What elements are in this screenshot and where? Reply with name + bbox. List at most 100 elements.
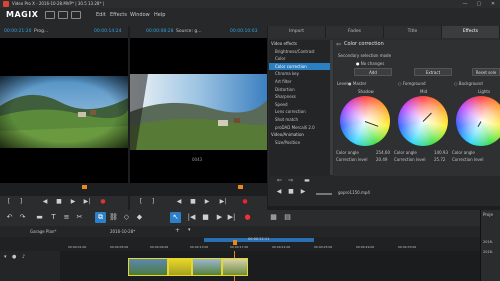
save-icon[interactable] — [58, 11, 68, 19]
mid-color-wheel[interactable] — [398, 96, 448, 146]
redo-tool-icon[interactable]: ↷ — [17, 212, 28, 223]
track-header[interactable]: ▾ ● ♪ — [0, 251, 60, 281]
category-chroma-key[interactable]: Chroma key — [269, 70, 333, 78]
project-item[interactable]: 2016- — [483, 240, 493, 244]
master-option[interactable]: ● Master — [348, 81, 366, 86]
link-tool-icon[interactable]: ⛓ — [108, 212, 119, 223]
category-speed[interactable]: Speed — [269, 101, 333, 109]
next-frame-icon[interactable]: ▶| — [82, 196, 92, 208]
timeline-clip[interactable] — [192, 258, 222, 276]
minimize-button[interactable]: — — [458, 0, 472, 8]
track-toggle-icon[interactable]: ▾ — [4, 254, 7, 260]
delete-tool-icon[interactable]: ▬ — [34, 212, 45, 223]
mode-tool-icon[interactable]: ⧉ — [95, 212, 106, 223]
foreground-option[interactable]: ○ Foreground — [398, 81, 426, 86]
shadow-color-wheel[interactable] — [340, 96, 390, 146]
stop-small-icon[interactable]: ■ — [286, 186, 296, 198]
extract-button[interactable]: Extract — [414, 68, 452, 76]
undo-tool-icon[interactable]: ↶ — [4, 212, 15, 223]
program-monitor[interactable] — [0, 38, 128, 189]
back-icon[interactable]: ⇦ — [336, 41, 341, 48]
source-next-icon[interactable]: ▶| — [218, 196, 228, 208]
timeline-clip[interactable] — [168, 258, 192, 276]
category-video-animation[interactable]: Video/Animation — [269, 131, 333, 139]
play-tool-icon[interactable]: ▶ — [214, 212, 225, 223]
source-timecode-right[interactable]: 00:00:10:03 — [230, 26, 257, 38]
source-playhead-marker[interactable] — [238, 185, 243, 189]
tab-effects[interactable]: Effects — [442, 26, 500, 38]
lights-color-wheel[interactable] — [456, 96, 500, 146]
timeline-clip[interactable] — [128, 258, 168, 276]
next-marker-icon[interactable]: ▶| — [226, 212, 237, 223]
track-mute-icon[interactable]: ♪ — [22, 254, 25, 260]
source-play-icon[interactable]: ▶ — [202, 196, 212, 208]
tab-import[interactable]: Import — [268, 26, 326, 38]
category-distortion[interactable]: Distortion — [269, 86, 333, 94]
group-tool-icon[interactable]: ◇ — [121, 212, 132, 223]
maximize-button[interactable]: ▢ — [472, 0, 486, 8]
stop-tool-icon[interactable]: ■ — [200, 212, 211, 223]
cut-tool-icon[interactable]: ✂ — [74, 212, 85, 223]
source-monitor[interactable]: 0043 — [130, 38, 267, 189]
tab-garage-plan[interactable]: Garage Plan* — [30, 229, 56, 234]
source-stop-icon[interactable]: ■ — [188, 196, 198, 208]
source-timecode-left[interactable]: 00:00:08:28 — [146, 26, 173, 38]
category-size-position[interactable]: Size/Position — [269, 139, 333, 147]
program-timecode-left[interactable]: 00:00:21:20 — [4, 26, 31, 38]
menu-effects[interactable]: Effects — [110, 11, 127, 19]
add-tab-icon[interactable]: + — [175, 227, 180, 234]
in-point-icon[interactable]: [ — [4, 196, 14, 208]
timeline-playhead[interactable] — [233, 240, 237, 245]
program-timecode-right[interactable]: 00:00:14:24 — [94, 26, 121, 38]
storyboard-view-icon[interactable]: ▦ — [268, 212, 279, 223]
background-option[interactable]: ○ Background — [454, 81, 483, 86]
prev-frame-icon[interactable]: ◀ — [40, 196, 50, 208]
category-scrollbar[interactable] — [330, 40, 333, 175]
timeline-clip[interactable] — [222, 258, 248, 276]
timeline-ruler[interactable]: 00:00:22:11 00:00:01:00 00:00:05:00 00:0… — [0, 237, 480, 251]
category-color-correction[interactable]: Color correction — [269, 62, 333, 71]
folder-icon[interactable] — [45, 11, 55, 19]
source-out-point-icon[interactable]: ] — [148, 196, 158, 208]
track-solo-icon[interactable]: ● — [12, 254, 16, 260]
category-art-filter[interactable]: Art filter — [269, 78, 333, 86]
menu-edit[interactable]: Edit — [96, 11, 106, 19]
add-button[interactable]: Add — [354, 68, 392, 76]
title-tool-icon[interactable]: T — [48, 212, 59, 223]
play-icon[interactable]: ▶ — [68, 196, 78, 208]
menu-window[interactable]: Window — [130, 11, 150, 19]
close-button[interactable]: ✕ — [486, 0, 500, 8]
timeline-view-icon[interactable]: ▤ — [282, 212, 293, 223]
mid-angle-value[interactable]: 140.93 — [434, 150, 448, 155]
out-point-icon[interactable]: ] — [16, 196, 26, 208]
source-in-point-icon[interactable]: [ — [136, 196, 146, 208]
shadow-angle-value[interactable]: 254.60 — [376, 150, 390, 155]
category-sharpness[interactable]: Sharpness — [269, 93, 333, 101]
no-changes-option[interactable]: ● No changes — [356, 61, 384, 66]
play-small-icon[interactable]: ▶ — [298, 186, 308, 198]
program-playhead-marker[interactable] — [82, 185, 87, 189]
tab-fades[interactable]: Fades — [326, 26, 384, 38]
category-lens-correction[interactable]: Lens correction — [269, 108, 333, 116]
reset-selection-button[interactable]: Reset sele — [472, 68, 500, 76]
pointer-tool-icon[interactable]: ↖ — [170, 212, 181, 223]
category-brightness-contrast[interactable]: Brightness/Contrast — [269, 48, 333, 56]
ungroup-tool-icon[interactable]: ◆ — [134, 212, 145, 223]
project-item[interactable]: 2016- — [483, 250, 493, 254]
volume-slider[interactable] — [316, 193, 332, 195]
tab-list-icon[interactable]: ▾ — [188, 227, 191, 233]
undo-icon[interactable] — [71, 11, 81, 19]
marker-tool-icon[interactable]: ≡ — [61, 212, 72, 223]
prev-small-icon[interactable]: ◀ — [274, 186, 284, 198]
tab-project[interactable]: 2016-10-28* — [110, 229, 135, 234]
category-shot-match[interactable]: Shot match — [269, 116, 333, 124]
category-video-effects[interactable]: Video effects — [269, 40, 333, 48]
menu-help[interactable]: Help — [154, 11, 165, 19]
record-tool-icon[interactable]: ● — [242, 212, 253, 223]
category-mercalli[interactable]: proDAD Mercalli 2.0 — [269, 124, 333, 132]
mid-level-value[interactable]: 25.72 — [434, 157, 445, 162]
source-prev-icon[interactable]: ◀ — [174, 196, 184, 208]
shadow-level-value[interactable]: 20.49 — [376, 157, 387, 162]
stop-icon[interactable]: ■ — [54, 196, 64, 208]
source-record-icon[interactable]: ● — [240, 196, 250, 208]
